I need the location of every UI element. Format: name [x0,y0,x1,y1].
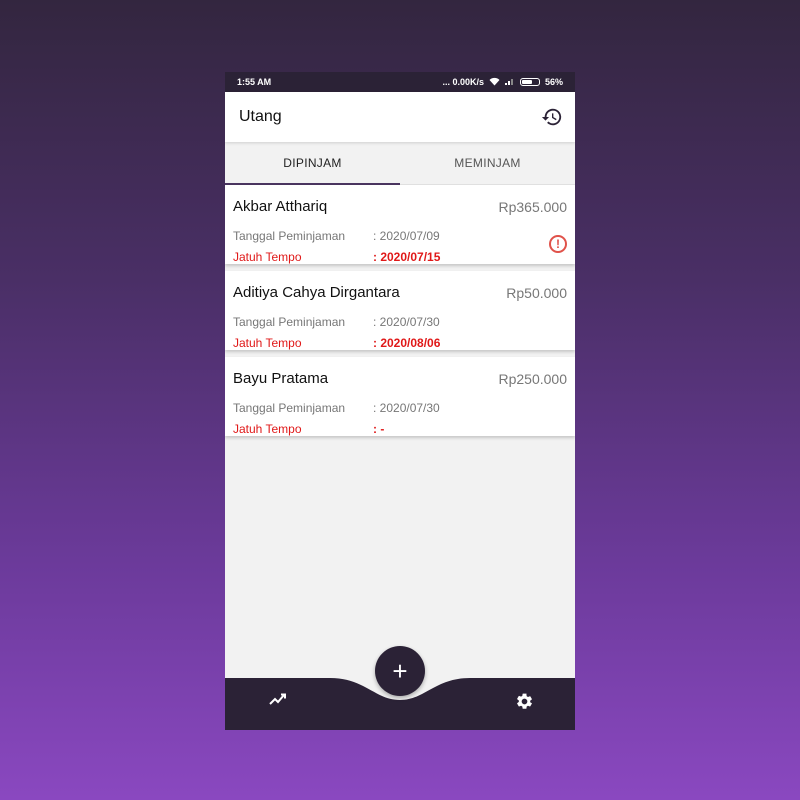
battery-icon [519,78,540,86]
loan-date-row: Tanggal Peminjaman : 2020/07/09 [233,229,440,243]
loan-date-label: Tanggal Peminjaman [233,315,346,329]
due-date-label: Jatuh Tempo [233,250,302,264]
debt-amount: Rp50.000 [506,285,567,301]
tab-bar: DIPINJAM MEMINJAM [225,142,575,185]
debtor-name: Bayu Pratama [233,370,329,387]
network-speed: ... 0.00K/s [442,77,484,87]
loan-date-row: Tanggal Peminjaman : 2020/07/30 [233,401,440,415]
debtor-name: Aditiya Cahya Dirgantara [233,284,400,301]
bottom-nav: + [225,646,575,730]
debt-list: Akbar Atthariq Rp365.000 Tanggal Peminja… [225,185,575,436]
due-date-row: Jatuh Tempo : 2020/08/06 [233,336,440,350]
loan-date-value: : 2020/07/30 [373,315,440,329]
phone-screen: 1:55 AM ... 0.00K/s 56% Utang DIPINJAM M… [225,72,575,730]
history-icon[interactable] [541,106,563,128]
wifi-icon [489,77,500,88]
loan-date-value: : 2020/07/09 [373,229,440,243]
due-date-row: Jatuh Tempo : - [233,422,384,436]
debt-card[interactable]: Akbar Atthariq Rp365.000 Tanggal Peminja… [225,185,575,264]
tab-dipinjam[interactable]: DIPINJAM [225,142,400,184]
debtor-name: Akbar Atthariq [233,198,328,215]
due-date-value: : 2020/07/15 [373,250,441,264]
loan-date-value: : 2020/07/30 [373,401,440,415]
debt-card[interactable]: Bayu Pratama Rp250.000 Tanggal Peminjama… [225,357,575,436]
due-date-label: Jatuh Tempo [233,336,302,350]
debt-card[interactable]: Aditiya Cahya Dirgantara Rp50.000 Tangga… [225,271,575,350]
status-time: 1:55 AM [237,77,272,87]
due-date-value: : 2020/08/06 [373,336,441,350]
loan-date-label: Tanggal Peminjaman [233,401,346,415]
due-date-row: Jatuh Tempo : 2020/07/15 [233,250,440,264]
debt-amount: Rp365.000 [498,199,567,215]
alert-icon: ! [549,235,567,253]
debt-amount: Rp250.000 [498,371,567,387]
loan-date-row: Tanggal Peminjaman : 2020/07/30 [233,315,440,329]
status-bar: 1:55 AM ... 0.00K/s 56% [225,72,575,92]
app-bar: Utang [225,92,575,142]
status-right: ... 0.00K/s 56% [442,77,563,88]
page-title: Utang [239,108,282,125]
tab-meminjam[interactable]: MEMINJAM [400,142,575,184]
battery-level: 56% [544,77,563,87]
loan-date-label: Tanggal Peminjaman [233,229,346,243]
due-date-value: : - [373,422,385,436]
add-button[interactable]: + [375,646,425,696]
due-date-label: Jatuh Tempo [233,422,302,436]
signal-icon [504,77,515,87]
